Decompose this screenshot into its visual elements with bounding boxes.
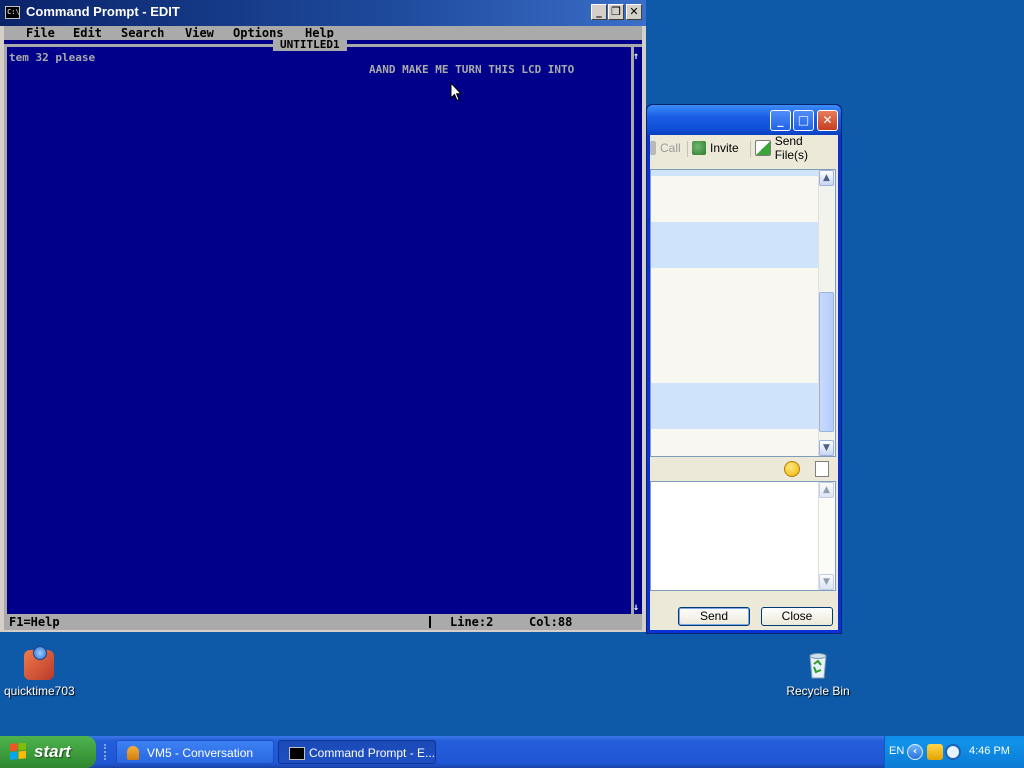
send-files-label: Send File(s) xyxy=(774,134,809,162)
frame-right-border xyxy=(631,44,634,614)
edit-screen: File Edit Search View Options Help UNTIT… xyxy=(4,26,642,630)
messenger-title-bar[interactable]: _ □ ✕ xyxy=(647,105,841,135)
scroll-up-button[interactable]: ▲ xyxy=(819,170,834,186)
windows-logo-icon xyxy=(10,743,26,760)
command-prompt-icon: C:\ xyxy=(5,6,20,19)
scroll-thumb[interactable] xyxy=(819,292,834,432)
conversation-history[interactable]: ▲ ▼ xyxy=(650,169,836,457)
emoticon-icon[interactable] xyxy=(784,461,800,477)
desktop-icon-label: quicktime703 xyxy=(4,684,75,698)
maximize-icon: □ xyxy=(797,113,810,127)
menu-view[interactable]: View xyxy=(185,26,214,40)
taskbar-grip xyxy=(104,744,110,760)
start-label: start xyxy=(34,742,71,761)
messenger-tray-icon[interactable] xyxy=(927,744,943,760)
send-files-button[interactable]: Send File(s) xyxy=(755,134,838,162)
scroll-up-button[interactable]: ▲ xyxy=(819,482,834,498)
minimize-button[interactable]: _ xyxy=(770,110,791,131)
status-column: Col:88 xyxy=(529,615,573,629)
window-title: Command Prompt - EDIT xyxy=(26,4,180,19)
invite-label: Invite xyxy=(710,141,739,155)
task-label: Command Prompt - E... xyxy=(309,746,436,760)
send-label: Send xyxy=(699,609,729,623)
language-indicator[interactable]: EN xyxy=(889,745,904,757)
show-hidden-icons-icon[interactable]: ‹ xyxy=(907,744,923,760)
installer-box-icon xyxy=(24,646,54,680)
maximize-button[interactable]: □ xyxy=(793,110,814,131)
close-button[interactable]: Close xyxy=(761,607,833,626)
task-label: VM5 - Conversation xyxy=(147,746,254,760)
close-button[interactable]: ✕ xyxy=(626,4,642,20)
history-highlight xyxy=(651,383,819,429)
format-icon[interactable] xyxy=(815,461,829,477)
history-highlight xyxy=(651,170,819,176)
messenger-buddy-icon xyxy=(127,746,139,760)
desktop-icon-label: Recycle Bin xyxy=(786,684,850,698)
status-help: F1=Help xyxy=(9,615,60,629)
close-icon: ✕ xyxy=(822,113,833,127)
history-highlight xyxy=(651,222,819,268)
scroll-down-button[interactable]: ▼ xyxy=(819,574,834,590)
close-label: Close xyxy=(781,609,813,623)
network-tray-icon[interactable] xyxy=(945,744,961,760)
desktop-icon-quicktime[interactable]: quicktime703 xyxy=(4,646,75,698)
status-divider xyxy=(429,616,431,628)
invite-icon xyxy=(692,141,706,155)
taskbar-button-conversation[interactable]: VM5 - Conversation xyxy=(116,740,274,764)
call-label: Call xyxy=(660,141,681,155)
history-scrollbar[interactable]: ▲ ▼ xyxy=(818,170,835,456)
minimize-icon: _ xyxy=(777,113,784,127)
restore-icon: ❐ xyxy=(611,5,621,18)
input-scrollbar[interactable]: ▲ ▼ xyxy=(818,482,835,590)
document-title: UNTITLED1 xyxy=(273,38,347,51)
menu-edit[interactable]: Edit xyxy=(73,26,102,40)
frame-left-border xyxy=(4,44,7,614)
send-button[interactable]: Send xyxy=(678,607,750,626)
call-icon xyxy=(650,141,656,155)
taskbar: start VM5 - Conversation Command Prompt … xyxy=(0,736,1024,768)
send-file-icon xyxy=(755,140,771,156)
document-line-1[interactable]: tem 32 please xyxy=(9,51,95,64)
command-prompt-window: C:\ Command Prompt - EDIT _ ❐ ✕ File Edi… xyxy=(0,0,646,632)
clock[interactable]: 4:46 PM xyxy=(969,745,1010,757)
edit-status-bar: F1=Help Line:2 Col:88 xyxy=(4,614,642,630)
system-tray: EN ‹ 4:46 PM xyxy=(884,736,1024,768)
status-line: Line:2 xyxy=(450,615,494,629)
messenger-conversation-window: _ □ ✕ Call Invite Send File(s) ▲ ▼ ▲ ▼ S… xyxy=(646,104,842,634)
mouse-cursor-icon xyxy=(450,82,462,102)
start-button[interactable]: start xyxy=(0,736,96,768)
document-line-2[interactable]: AAND MAKE ME TURN THIS LCD INTO xyxy=(369,63,574,76)
toolbar-divider xyxy=(750,141,751,157)
recycle-bin-icon xyxy=(809,653,827,679)
minimize-button[interactable]: _ xyxy=(591,4,607,20)
scroll-up-arrow[interactable]: ↑ xyxy=(633,51,642,63)
command-prompt-icon xyxy=(289,747,305,760)
restore-button[interactable]: ❐ xyxy=(608,4,624,20)
menu-file[interactable]: File xyxy=(26,26,55,40)
close-window-button[interactable]: ✕ xyxy=(817,110,838,131)
invite-button[interactable]: Invite xyxy=(692,138,739,158)
scroll-down-button[interactable]: ▼ xyxy=(819,440,834,456)
desktop-icon-recycle-bin[interactable]: Recycle Bin xyxy=(783,650,853,698)
toolbar-divider xyxy=(687,141,688,157)
scroll-down-arrow[interactable]: ↓ xyxy=(633,602,642,614)
close-icon: ✕ xyxy=(629,5,639,18)
minimize-icon: _ xyxy=(596,5,602,18)
message-input[interactable]: ▲ ▼ xyxy=(650,481,836,591)
call-button[interactable]: Call xyxy=(650,138,681,158)
taskbar-button-command-prompt[interactable]: Command Prompt - E... xyxy=(278,740,436,764)
cmd-title-bar[interactable]: C:\ Command Prompt - EDIT _ ❐ ✕ xyxy=(0,0,646,26)
messenger-body: Call Invite Send File(s) ▲ ▼ ▲ ▼ Send Cl… xyxy=(650,134,838,630)
menu-search[interactable]: Search xyxy=(121,26,164,40)
